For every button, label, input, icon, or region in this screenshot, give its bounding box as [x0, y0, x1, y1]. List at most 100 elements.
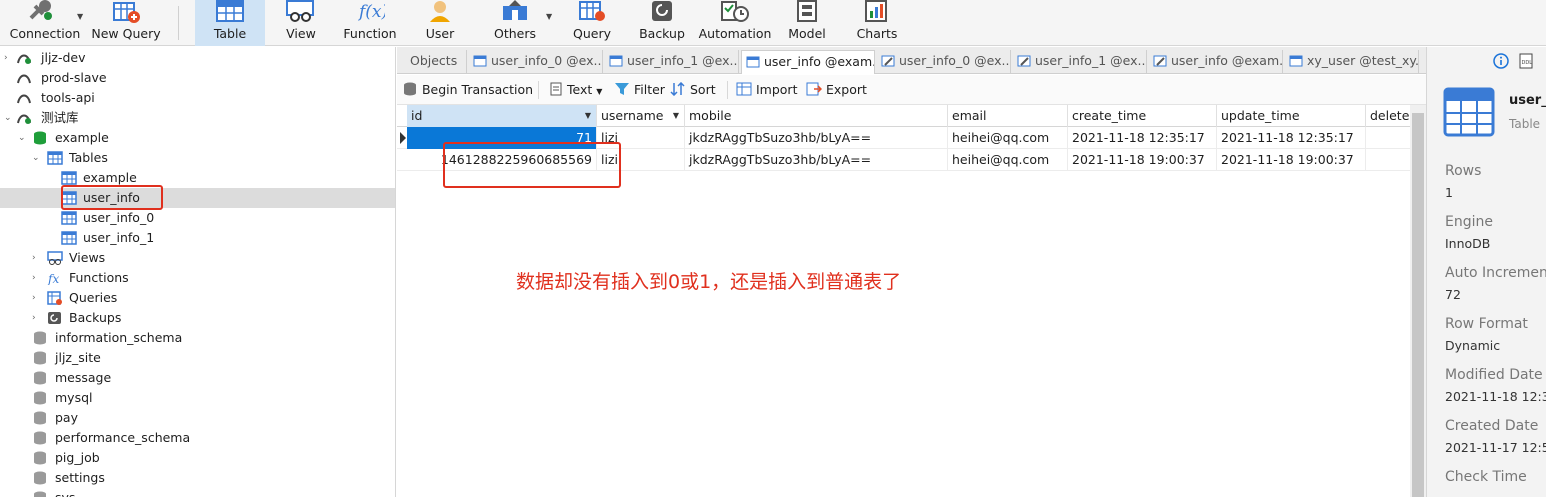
tree-label: sys [55, 488, 75, 497]
table-toolbar: Begin Transaction Text ▼ Filter Sort Imp… [397, 75, 1426, 105]
tab-design-user-info-1[interactable]: user_info_1 @ex... [1013, 50, 1147, 74]
scrollbar-thumb[interactable] [1412, 113, 1424, 497]
tree-item-db-example[interactable]: ⌄ example [0, 128, 395, 148]
tab-objects[interactable]: Objects [403, 50, 467, 74]
connection-button[interactable]: Connection [4, 0, 86, 46]
filter-button[interactable]: Filter [614, 82, 665, 97]
tree-item-queries[interactable]: › Queries [0, 288, 395, 308]
tree-item-db-jljz-site[interactable]: jljz_site [0, 348, 395, 368]
chevron-right-icon[interactable]: › [4, 48, 8, 68]
cell-create-time[interactable]: 2021-11-18 19:00:37 [1068, 149, 1217, 171]
tree-item-prod-slave[interactable]: prod-slave [0, 68, 395, 88]
chevron-down-icon[interactable]: ⌄ [18, 128, 26, 148]
tree-item-db-sys[interactable]: sys [0, 488, 395, 497]
chevron-down-icon[interactable]: ▼ [77, 12, 83, 21]
cell-mobile[interactable]: jkdzRAggTbSuzo3hb/bLyA== [685, 127, 948, 149]
tree-item-test-connection[interactable]: ⌄ 测试库 [0, 108, 395, 128]
chevron-right-icon[interactable]: › [32, 248, 36, 268]
tree-item-functions[interactable]: › fx Functions [0, 268, 395, 288]
text-view-button[interactable]: Text ▼ [549, 82, 602, 97]
column-title: create_time [1072, 108, 1147, 123]
tab-user-info[interactable]: user_info @exam... [741, 50, 875, 74]
tree-item-db-settings[interactable]: settings [0, 468, 395, 488]
charts-button[interactable]: Charts [852, 0, 902, 46]
user-button[interactable]: User [414, 0, 466, 46]
vertical-scrollbar[interactable] [1410, 105, 1426, 497]
tab-user-info-1[interactable]: user_info_1 @ex... [605, 50, 739, 74]
chevron-down-icon[interactable]: ▼ [585, 105, 591, 126]
ddl-icon[interactable]: DDL [1519, 53, 1533, 69]
cell-email[interactable]: heihei@qq.com [948, 149, 1068, 171]
chevron-down-icon[interactable]: ⌄ [4, 108, 12, 128]
tree-item-table-user-info[interactable]: user_info [0, 188, 395, 208]
chevron-right-icon[interactable]: › [32, 308, 36, 328]
cell-update-time[interactable]: 2021-11-18 19:00:37 [1217, 149, 1366, 171]
tree-item-db-performance-schema[interactable]: performance_schema [0, 428, 395, 448]
table-button[interactable]: Table [195, 0, 265, 46]
tree-item-tables[interactable]: ⌄ Tables [0, 148, 395, 168]
filter-icon [615, 83, 629, 95]
tab-label: Objects [410, 53, 458, 68]
query-button[interactable]: Query [564, 0, 620, 46]
export-button[interactable]: Export [806, 82, 867, 97]
cell-create-time[interactable]: 2021-11-18 12:35:17 [1068, 127, 1217, 149]
tree-item-tools-api[interactable]: tools-api [0, 88, 395, 108]
others-button[interactable]: Others [486, 0, 544, 46]
chevron-right-icon[interactable]: › [32, 288, 36, 308]
table-large-icon [1443, 87, 1495, 137]
chevron-right-icon[interactable]: › [32, 268, 36, 288]
column-header-username[interactable]: username ▼ [597, 105, 685, 127]
tree-item-views[interactable]: › Views [0, 248, 395, 268]
tree-item-backups[interactable]: › Backups [0, 308, 395, 328]
tree-label: mysql [55, 390, 93, 405]
cell-delete[interactable] [1366, 149, 1410, 171]
tab-label: user_info @exam... [1170, 53, 1283, 68]
info-icon[interactable] [1493, 53, 1509, 69]
column-header-email[interactable]: email [948, 105, 1068, 127]
tree-item-db-pay[interactable]: pay [0, 408, 395, 428]
tree-label: example [55, 130, 109, 145]
function-button[interactable]: f(x) Function [338, 0, 402, 46]
tree-item-db-mysql[interactable]: mysql [0, 388, 395, 408]
chevron-down-icon[interactable]: ⌄ [32, 148, 40, 168]
created-date-label: Created Date [1445, 418, 1539, 434]
column-header-delete[interactable]: delete [1366, 105, 1410, 127]
cell-email[interactable]: heihei@qq.com [948, 127, 1068, 149]
tree-item-db-information-schema[interactable]: information_schema [0, 328, 395, 348]
tree-label: message [55, 370, 112, 385]
tree-item-jljz-dev[interactable]: › jljz-dev [0, 48, 395, 68]
cell-delete[interactable] [1366, 127, 1410, 149]
backup-button[interactable]: Backup [634, 0, 690, 46]
view-button[interactable]: View [272, 0, 330, 46]
tree-item-db-message[interactable]: message [0, 368, 395, 388]
toolbar-divider [538, 81, 539, 99]
automation-button[interactable]: Automation [698, 0, 772, 46]
tab-user-info-0[interactable]: user_info_0 @ex... [469, 50, 603, 74]
filter-label: Filter [633, 82, 665, 97]
begin-transaction-button[interactable]: Begin Transaction [403, 82, 533, 97]
cell-update-time[interactable]: 2021-11-18 12:35:17 [1217, 127, 1366, 149]
column-header-id[interactable]: id ▼ [407, 105, 597, 127]
tab-design-user-info-0[interactable]: user_info_0 @ex... [877, 50, 1011, 74]
tab-design-user-info[interactable]: user_info @exam... [1149, 50, 1283, 74]
sort-button[interactable]: Sort [670, 81, 716, 97]
chevron-down-icon[interactable]: ▼ [546, 12, 552, 21]
tree-item-table-user-info-0[interactable]: user_info_0 [0, 208, 395, 228]
chevron-down-icon[interactable]: ▼ [673, 105, 679, 126]
column-header-mobile[interactable]: mobile [685, 105, 948, 127]
new-query-button[interactable]: New Query [90, 0, 162, 46]
column-header-create-time[interactable]: create_time [1068, 105, 1217, 127]
tree-item-table-example[interactable]: example [0, 168, 395, 188]
tab-xy-user[interactable]: xy_user @test_xy... [1285, 50, 1419, 74]
import-button[interactable]: Import [736, 82, 797, 97]
tree-item-table-user-info-1[interactable]: user_info_1 [0, 228, 395, 248]
auto-increment-value: 72 [1445, 287, 1461, 302]
column-header-update-time[interactable]: update_time [1217, 105, 1366, 127]
export-label: Export [825, 82, 867, 97]
database-icon [34, 451, 46, 465]
cell-mobile[interactable]: jkdzRAggTbSuzo3hb/bLyA== [685, 149, 948, 171]
tree-item-db-pig-job[interactable]: pig_job [0, 448, 395, 468]
others-icon [503, 0, 527, 20]
model-button[interactable]: Model [782, 0, 832, 46]
tree-label: 测试库 [41, 110, 79, 125]
